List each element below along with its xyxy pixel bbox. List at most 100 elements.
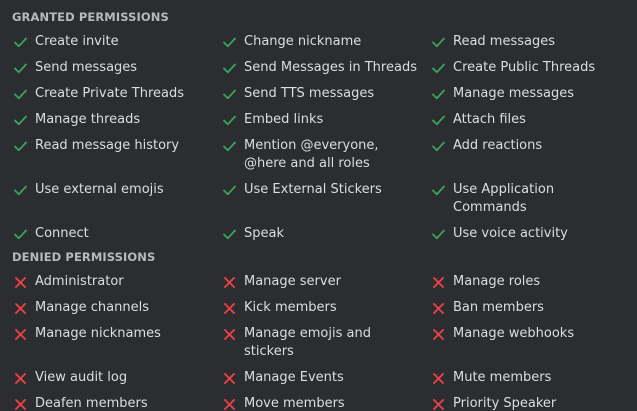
cross-icon: [430, 369, 446, 387]
permission-label: Manage nicknames: [35, 326, 161, 341]
permission-label: Ban members: [453, 300, 544, 315]
permission-label: Attach files: [453, 112, 526, 127]
cross-icon: [221, 299, 237, 317]
cross-icon: [430, 299, 446, 317]
permission-label: Kick members: [244, 300, 337, 315]
cross-icon: [12, 273, 28, 291]
granted-permission-attach-files: Attach files: [430, 111, 635, 129]
permission-label: Read message history: [35, 138, 180, 153]
denied-permission-kick-members: Kick members: [221, 299, 430, 317]
permission-label: Manage server: [244, 274, 341, 289]
granted-permission-read-messages: Read messages: [430, 33, 635, 51]
granted-permission-change-nickname: Change nickname: [221, 33, 430, 51]
permission-label: Manage messages: [453, 86, 574, 101]
check-icon: [221, 85, 237, 103]
granted-permission-create-private-threads: Create Private Threads: [12, 85, 221, 103]
granted-permission-use-external-stickers: Use External Stickers: [221, 181, 430, 217]
granted-permissions-list: Create invite Change nickname Read message…: [12, 33, 635, 243]
denied-permission-view-audit-log: View audit log: [12, 369, 221, 387]
cross-icon: [430, 395, 446, 411]
denied-permission-manage-events: Manage Events: [221, 369, 430, 387]
cross-icon: [221, 369, 237, 387]
granted-permissions-heading: GRANTED PERMISSIONS: [12, 10, 169, 24]
permission-label: Manage webhooks: [453, 326, 575, 341]
denied-permission-move-members: Move members: [221, 395, 430, 411]
denied-permission-ban-members: Ban members: [430, 299, 635, 317]
permission-label: View audit log: [35, 370, 128, 385]
granted-permission-send-tts-messages: Send TTS messages: [221, 85, 430, 103]
permission-label: Send TTS messages: [244, 86, 375, 101]
permission-label: Use Application Commands: [453, 182, 555, 215]
cross-icon: [12, 299, 28, 317]
permission-label: Change nickname: [244, 34, 362, 49]
permission-label: Create Private Threads: [35, 86, 185, 101]
check-icon: [430, 111, 446, 129]
denied-permission-manage-webhooks: Manage webhooks: [430, 325, 635, 361]
permission-label: Create invite: [35, 34, 119, 49]
permission-label: Use External Stickers: [244, 182, 382, 197]
cross-icon: [430, 325, 446, 343]
denied-permissions-list: Administrator Manage server Manage roles Ma…: [12, 273, 635, 411]
cross-icon: [12, 369, 28, 387]
permission-label: Send Messages in Threads: [244, 60, 417, 75]
permission-label: Read messages: [453, 34, 555, 49]
denied-permission-manage-channels: Manage channels: [12, 299, 221, 317]
granted-permission-connect: Connect: [12, 225, 221, 243]
check-icon: [221, 33, 237, 51]
cross-icon: [221, 273, 237, 291]
check-icon: [221, 111, 237, 129]
granted-permission-mention-everyone-here-and-all-roles: Mention @everyone, @here and all roles: [221, 137, 430, 173]
check-icon: [430, 59, 446, 77]
permission-label: Add reactions: [453, 138, 543, 153]
check-icon: [12, 33, 28, 51]
granted-permission-manage-messages: Manage messages: [430, 85, 635, 103]
denied-permission-administrator: Administrator: [12, 273, 221, 291]
cross-icon: [221, 395, 237, 411]
check-icon: [12, 225, 28, 243]
permission-label: Manage Events: [244, 370, 344, 385]
permission-label: Use external emojis: [35, 182, 164, 197]
check-icon: [12, 181, 28, 199]
permission-label: Move members: [244, 396, 345, 411]
permission-label: Connect: [35, 226, 89, 241]
check-icon: [12, 137, 28, 155]
denied-permission-deafen-members: Deafen members: [12, 395, 221, 411]
granted-permission-add-reactions: Add reactions: [430, 137, 635, 173]
denied-permission-mute-members: Mute members: [430, 369, 635, 387]
granted-permission-speak: Speak: [221, 225, 430, 243]
permission-label: Manage threads: [35, 112, 141, 127]
denied-permission-manage-emojis-and-stickers: Manage emojis and stickers: [221, 325, 430, 361]
cross-icon: [12, 395, 28, 411]
check-icon: [221, 59, 237, 77]
check-icon: [221, 137, 237, 155]
permission-label: Mention @everyone, @here and all roles: [244, 138, 379, 171]
cross-icon: [12, 325, 28, 343]
permissions-panel: GRANTED PERMISSIONS Create invite Change …: [0, 0, 637, 411]
permission-label: Administrator: [35, 274, 124, 289]
denied-permissions-heading: DENIED PERMISSIONS: [12, 250, 156, 264]
granted-permission-send-messages-in-threads: Send Messages in Threads: [221, 59, 430, 77]
denied-permission-manage-nicknames: Manage nicknames: [12, 325, 221, 361]
granted-permission-send-messages: Send messages: [12, 59, 221, 77]
permission-label: Use voice activity: [453, 226, 568, 241]
permission-label: Speak: [244, 226, 284, 241]
denied-permission-manage-roles: Manage roles: [430, 273, 635, 291]
check-icon: [12, 85, 28, 103]
granted-permission-use-application-commands: Use Application Commands: [430, 181, 635, 217]
check-icon: [430, 225, 446, 243]
check-icon: [12, 59, 28, 77]
granted-permission-manage-threads: Manage threads: [12, 111, 221, 129]
granted-permission-use-voice-activity: Use voice activity: [430, 225, 635, 243]
permission-label: Send messages: [35, 60, 138, 75]
granted-permission-create-public-threads: Create Public Threads: [430, 59, 635, 77]
permission-label: Manage channels: [35, 300, 149, 315]
permission-label: Priority Speaker: [453, 396, 557, 411]
permission-label: Create Public Threads: [453, 60, 596, 75]
check-icon: [12, 111, 28, 129]
cross-icon: [430, 273, 446, 291]
permission-label: Manage emojis and stickers: [244, 326, 371, 359]
permission-label: Manage roles: [453, 274, 541, 289]
check-icon: [430, 33, 446, 51]
denied-permission-priority-speaker: Priority Speaker: [430, 395, 635, 411]
check-icon: [430, 137, 446, 155]
